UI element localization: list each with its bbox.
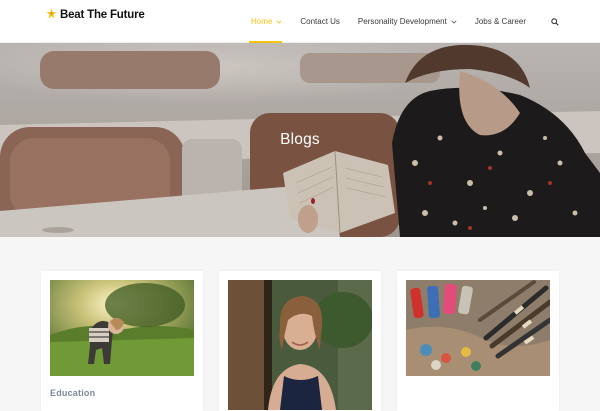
- blog-card[interactable]: [397, 271, 559, 411]
- logo-icon: [46, 6, 57, 24]
- card-image[interactable]: [228, 280, 372, 410]
- search-button[interactable]: [540, 0, 570, 43]
- blog-card[interactable]: [219, 271, 381, 411]
- site-header: Beat The Future Home Contact Us Personal…: [0, 0, 600, 43]
- nav-item-label: Home: [251, 17, 273, 26]
- blog-card-grid: Education: [0, 237, 600, 411]
- blog-card[interactable]: Education: [41, 271, 203, 411]
- nav-item-jobs-career[interactable]: Jobs & Career: [467, 0, 534, 43]
- nav-item-label: Jobs & Career: [474, 17, 526, 26]
- card-category[interactable]: Education: [50, 388, 95, 398]
- main-nav: Home Contact Us Personality Development …: [243, 0, 600, 43]
- hero-banner: Blogs: [0, 43, 600, 237]
- nav-item-home[interactable]: Home: [243, 0, 290, 43]
- nav-item-contact[interactable]: Contact Us: [292, 0, 348, 43]
- nav-item-label: Personality Development: [357, 17, 447, 26]
- site-logo[interactable]: Beat The Future: [46, 6, 145, 24]
- chevron-down-icon: [276, 20, 282, 24]
- chevron-down-icon: [451, 20, 457, 24]
- nav-item-label: Contact Us: [300, 17, 340, 26]
- nav-item-personality-development[interactable]: Personality Development: [350, 0, 465, 43]
- search-icon: [551, 17, 559, 26]
- card-image[interactable]: [50, 280, 194, 376]
- card-image[interactable]: [406, 280, 550, 376]
- page-title: Blogs: [280, 131, 320, 148]
- logo-text: Beat The Future: [60, 9, 145, 21]
